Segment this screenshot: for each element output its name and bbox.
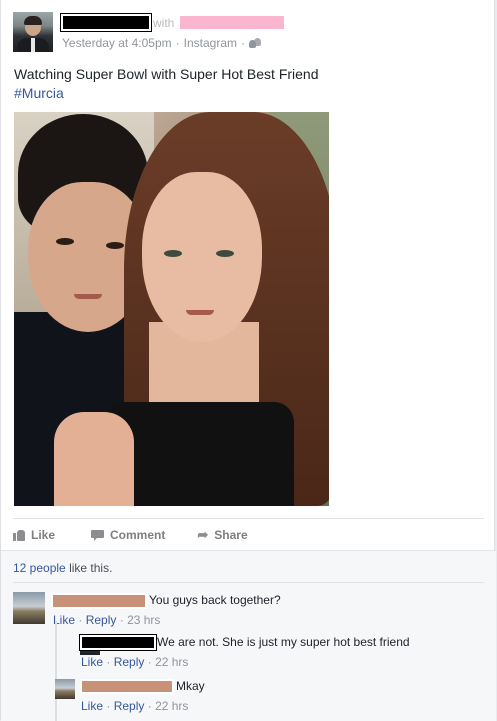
author-avatar[interactable] xyxy=(13,12,53,52)
post-body: Watching Super Bowl with Super Hot Best … xyxy=(14,65,319,103)
like-button[interactable]: Like xyxy=(13,528,55,542)
reply-actions: Like · Reply · 22 hrs xyxy=(81,655,188,669)
post-meta: Yesterday at 4:05pm · Instagram · xyxy=(62,36,261,50)
share-button[interactable]: ➦ Share xyxy=(197,528,247,542)
photo-eye xyxy=(106,242,124,249)
reply-reply-link[interactable]: Reply xyxy=(114,655,145,669)
commenter-name-redacted[interactable] xyxy=(51,593,147,609)
friends-icon[interactable] xyxy=(249,38,261,48)
photo-arm xyxy=(54,412,134,506)
reply-text: Mkay xyxy=(176,679,205,693)
reply-like-link[interactable]: Like xyxy=(81,655,103,669)
likes-suffix: like this. xyxy=(69,561,113,575)
comment-actions: Like · Reply · 23 hrs xyxy=(53,613,160,627)
reply-author-name-redacted[interactable] xyxy=(80,679,174,694)
likes-summary: 12 people like this. xyxy=(13,561,112,575)
photo-eye xyxy=(216,250,234,257)
reply-actions: Like · Reply · 22 hrs xyxy=(81,699,188,713)
post-hashtag[interactable]: #Murcia xyxy=(14,84,319,103)
comment-icon xyxy=(91,529,105,541)
share-arrow-icon: ➦ xyxy=(197,527,209,542)
post-text: Watching Super Bowl with Super Hot Best … xyxy=(14,66,319,82)
reply-text: We are not. She is just my super hot bes… xyxy=(157,635,410,649)
post-actions: Like Comment ➦ Share xyxy=(13,518,484,551)
reply-reply-link[interactable]: Reply xyxy=(114,699,145,713)
separator: · xyxy=(119,613,124,627)
feedback-section: 12 people like this. You guys back toget… xyxy=(1,550,496,721)
share-label: Share xyxy=(214,528,248,542)
post-photo[interactable] xyxy=(14,112,329,506)
reply-time[interactable]: 22 hrs xyxy=(155,699,188,713)
comment-button[interactable]: Comment xyxy=(91,528,165,542)
separator: · xyxy=(106,655,111,669)
photo-face xyxy=(142,172,262,342)
post-source[interactable]: Instagram xyxy=(184,36,237,50)
separator: · xyxy=(106,699,111,713)
comment-label: Comment xyxy=(110,528,166,542)
reply-author-avatar[interactable] xyxy=(55,679,75,699)
reply-like-link[interactable]: Like xyxy=(81,699,103,713)
post-card: with Yesterday at 4:05pm · Instagram · W… xyxy=(0,0,496,721)
photo-mouth xyxy=(186,310,214,315)
comment-reply-link[interactable]: Reply xyxy=(86,613,117,627)
with-label: with xyxy=(153,16,175,30)
commenter-avatar[interactable] xyxy=(13,592,45,624)
reply-author-name-redacted[interactable] xyxy=(79,634,157,651)
separator: · xyxy=(78,613,83,627)
likes-count-link[interactable]: 12 people xyxy=(13,561,66,575)
thumbs-up-icon xyxy=(13,529,25,541)
author-name-redacted[interactable] xyxy=(60,13,152,32)
photo-eye xyxy=(56,238,74,245)
reply-thread-line xyxy=(55,621,57,721)
photo-eye xyxy=(164,250,182,257)
avatar-hair xyxy=(24,16,42,25)
separator: · xyxy=(147,699,152,713)
comment-text: You guys back together? xyxy=(149,593,281,607)
meta-separator: · xyxy=(175,36,180,50)
divider xyxy=(13,582,484,583)
avatar-tie xyxy=(31,38,35,52)
reply-time[interactable]: 22 hrs xyxy=(155,655,188,669)
tagged-friend-redacted[interactable] xyxy=(178,14,286,31)
photo-mouth xyxy=(74,294,102,299)
comment-time[interactable]: 23 hrs xyxy=(127,613,160,627)
separator: · xyxy=(147,655,152,669)
post-timestamp[interactable]: Yesterday at 4:05pm xyxy=(62,36,172,50)
like-label: Like xyxy=(31,528,56,542)
meta-separator: · xyxy=(241,36,245,50)
